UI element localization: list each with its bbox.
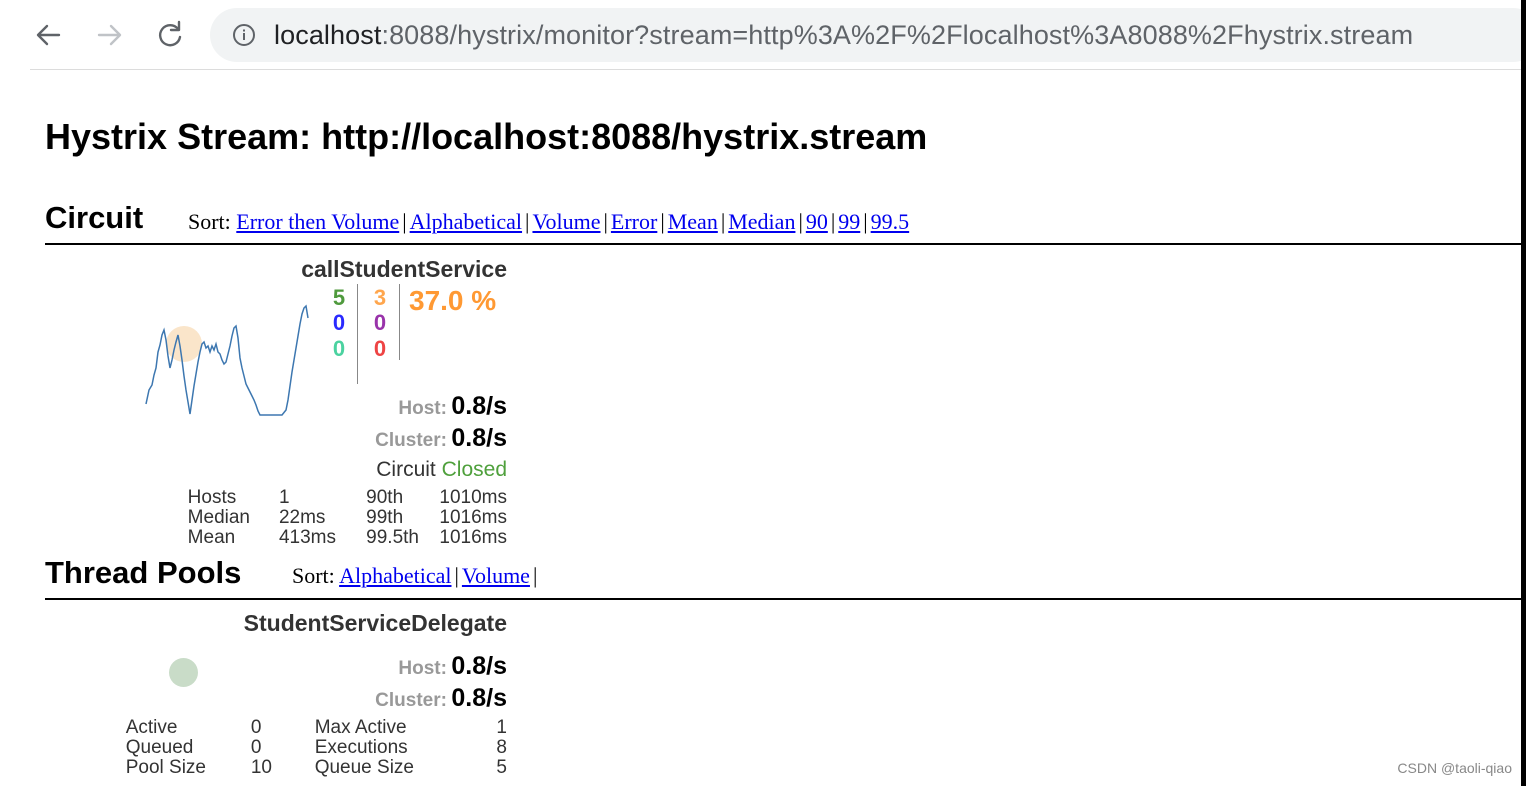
pool-sort-volume[interactable]: Volume	[462, 563, 530, 588]
latency-values-right: 1010ms 1016ms 1016ms	[439, 488, 507, 548]
host-rate-label: Host:	[398, 398, 447, 419]
bad-request-count: 0	[332, 336, 346, 361]
circuit-name: callStudentService	[301, 256, 507, 282]
host-rate-line: Host: 0.8/s	[398, 392, 507, 421]
queued-label: Queued	[125, 737, 194, 758]
success-count: 5	[332, 285, 346, 310]
sort-volume[interactable]: Volume	[532, 209, 600, 234]
pool-labels-left: Active Queued Pool Size	[126, 718, 206, 778]
max-active-value: 1	[496, 717, 507, 738]
failure-count: 0	[373, 336, 387, 361]
host-rate-value: 0.8/s	[451, 392, 507, 420]
cluster-rate-label: Cluster:	[375, 430, 447, 451]
thread-pools-sort-bar: Sort: Alphabetical | Volume |	[292, 563, 538, 588]
circuit-heading: Circuit	[45, 200, 144, 235]
pool-host-rate-line: Host: 0.8/s	[398, 652, 507, 681]
forward-button[interactable]	[90, 16, 128, 54]
sparkline-line	[145, 304, 309, 416]
pool-host-rate-label: Host:	[398, 658, 447, 679]
volume-bubble	[166, 326, 202, 362]
thread-pool-name: StudentServiceDelegate	[243, 610, 507, 636]
sort-alphabetical[interactable]: Alphabetical	[410, 209, 522, 234]
sort-label: Sort:	[188, 209, 231, 234]
p995-label: 99.5th	[366, 527, 419, 548]
thread-pools-divider	[45, 598, 1521, 600]
arrow-right-icon	[97, 24, 122, 46]
thread-pools-heading: Thread Pools	[45, 555, 242, 590]
max-active-label: Max Active	[314, 717, 407, 738]
page-title: Hystrix Stream: http://localhost:8088/hy…	[45, 116, 928, 157]
sort-error[interactable]: Error	[611, 209, 657, 234]
active-label: Active	[125, 717, 178, 738]
sort-mean[interactable]: Mean	[668, 209, 718, 234]
p99-value: 1016ms	[439, 507, 507, 528]
pool-cluster-rate-line: Cluster: 0.8/s	[375, 684, 507, 713]
url-path: :8088/hystrix/monitor?stream=http%3A%2F%…	[381, 20, 1414, 50]
watermark: CSDN @taoli-qiao	[1397, 760, 1512, 776]
sort-error-then-volume[interactable]: Error then Volume	[236, 209, 399, 234]
sort-99[interactable]: 99	[838, 209, 860, 234]
circuit-status-line: Circuit Closed	[376, 458, 507, 482]
circuit-status-label: Circuit	[376, 458, 436, 481]
pool-cluster-rate-label: Cluster:	[375, 690, 447, 711]
queue-size-value: 5	[496, 757, 507, 778]
pool-labels-right: Max Active Executions Queue Size	[315, 718, 414, 778]
reload-icon	[159, 20, 182, 47]
error-percentage: 37.0 %	[409, 285, 497, 316]
info-circle-icon[interactable]	[232, 23, 256, 47]
queue-size-label: Queue Size	[314, 757, 414, 778]
sort-99-5[interactable]: 99.5	[871, 209, 910, 234]
toolbar-divider	[30, 69, 1526, 70]
median-label: Median	[187, 507, 250, 528]
executions-label: Executions	[314, 737, 408, 758]
pool-values-right: 1 8 5	[496, 718, 507, 778]
active-value: 0	[250, 717, 262, 738]
back-button[interactable]	[30, 16, 68, 54]
p90-label: 90th	[366, 487, 404, 508]
pool-sort-alphabetical[interactable]: Alphabetical	[339, 563, 451, 588]
p995-value: 1016ms	[439, 527, 507, 548]
count-divider-right	[399, 284, 400, 360]
url-text[interactable]: localhost:8088/hystrix/monitor?stream=ht…	[274, 21, 1413, 49]
timeout-count: 3	[373, 285, 387, 310]
sparkline-graph	[145, 304, 309, 416]
p99-label: 99th	[366, 507, 404, 528]
circuit-sort-bar: Sort: Error then Volume | Alphabetical | Vol…	[188, 209, 910, 234]
sort-label: Sort:	[292, 563, 335, 588]
circuit-status-value: Closed	[441, 458, 507, 481]
queued-value: 0	[250, 737, 262, 758]
pool-host-rate-value: 0.8/s	[451, 652, 507, 680]
hosts-value: 1	[278, 487, 290, 508]
sort-90[interactable]: 90	[806, 209, 828, 234]
hosts-label: Hosts	[187, 487, 237, 508]
circuit-divider	[45, 243, 1521, 245]
cluster-rate-line: Cluster: 0.8/s	[375, 424, 507, 453]
browser-toolbar: localhost:8088/hystrix/monitor?stream=ht…	[0, 0, 1526, 70]
pool-volume-bubble	[169, 658, 198, 687]
median-value: 22ms	[278, 507, 326, 528]
p90-value: 1010ms	[439, 487, 507, 508]
reload-button[interactable]	[151, 16, 189, 54]
cluster-rate-value: 0.8/s	[451, 424, 507, 452]
pool-values-left: 0 0 10	[251, 718, 272, 778]
latency-labels-left: Hosts Median Mean	[188, 488, 250, 548]
mean-value: 413ms	[278, 527, 336, 548]
executions-value: 8	[496, 737, 507, 758]
rejected-count: 0	[373, 310, 387, 335]
sort-median[interactable]: Median	[728, 209, 795, 234]
pool-cluster-rate-value: 0.8/s	[451, 684, 507, 712]
mean-label: Mean	[187, 527, 236, 548]
short-circuited-count: 0	[332, 310, 346, 335]
window-edge	[1521, 0, 1526, 786]
latency-values-left: 1 22ms 413ms	[279, 488, 336, 548]
count-divider-left	[357, 284, 358, 384]
pool-size-value: 10	[250, 757, 272, 778]
latency-labels-right: 90th 99th 99.5th	[366, 488, 419, 548]
arrow-left-icon	[36, 24, 61, 46]
pool-size-label: Pool Size	[125, 757, 206, 778]
address-bar[interactable]: localhost:8088/hystrix/monitor?stream=ht…	[210, 8, 1526, 62]
url-host: localhost	[274, 20, 382, 50]
